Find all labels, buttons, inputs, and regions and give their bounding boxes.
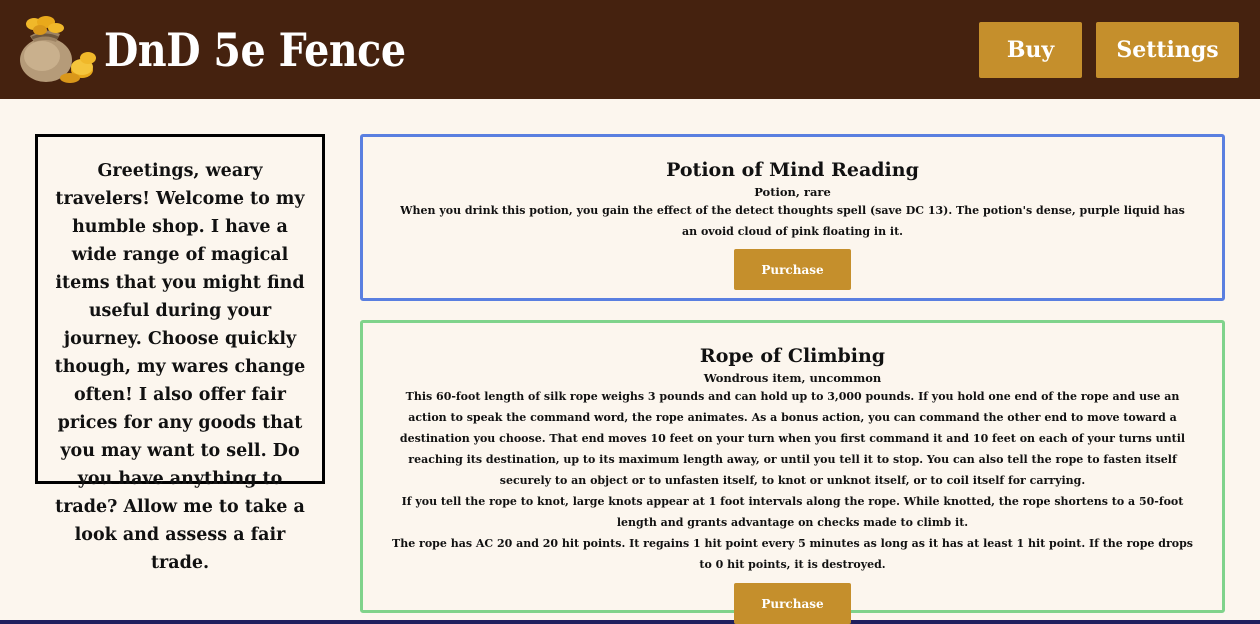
item-description-paragraph: When you drink this potion, you gain the… <box>400 204 1185 238</box>
item-description-paragraph: If you tell the rope to knot, large knot… <box>401 495 1184 529</box>
item-name: Potion of Mind Reading <box>666 159 919 181</box>
item-type: Potion, rare <box>754 185 831 199</box>
item-card: Potion of Mind Reading Potion, rare When… <box>360 134 1225 301</box>
item-description: This 60-foot length of silk rope weighs … <box>363 386 1222 575</box>
purchase-button[interactable]: Purchase <box>734 583 851 624</box>
item-description-paragraph: The rope has AC 20 and 20 hit points. It… <box>392 537 1193 571</box>
item-type: Wondrous item, uncommon <box>703 371 882 385</box>
buy-button[interactable]: Buy <box>979 22 1082 78</box>
app-title: DnD 5e Fence <box>104 23 406 77</box>
greeting-panel: Greetings, weary travelers! Welcome to m… <box>35 134 325 573</box>
app-root: DnD 5e Fence Buy Settings Greetings, wea… <box>0 0 1260 624</box>
purchase-button[interactable]: Purchase <box>734 249 851 290</box>
item-card: Rope of Climbing Wondrous item, uncommon… <box>360 320 1225 624</box>
item-description: When you drink this potion, you gain the… <box>363 200 1222 242</box>
item-description-paragraph: This 60-foot length of silk rope weighs … <box>399 390 1186 487</box>
settings-button[interactable]: Settings <box>1096 22 1239 78</box>
greeting-text: Greetings, weary travelers! Welcome to m… <box>54 161 306 573</box>
item-name: Rope of Climbing <box>699 345 886 367</box>
coin-bag-icon <box>20 16 96 83</box>
header-bar: DnD 5e Fence Buy Settings <box>0 0 1260 99</box>
